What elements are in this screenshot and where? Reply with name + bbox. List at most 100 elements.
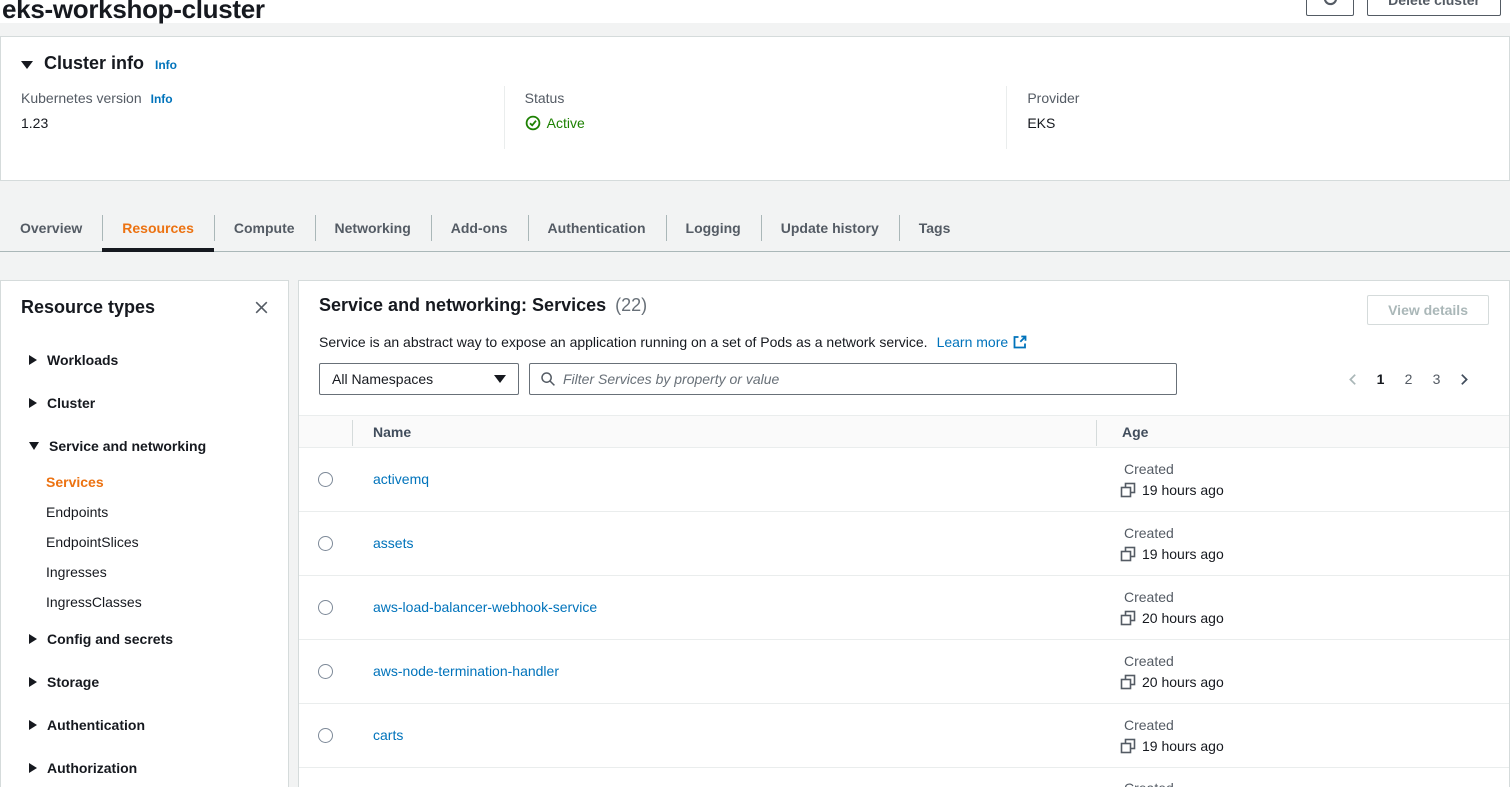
service-link[interactable]: assets (373, 535, 413, 551)
kubernetes-version-label: Kubernetes version (21, 90, 142, 106)
created-label: Created (1122, 525, 1509, 541)
row-radio-button[interactable] (318, 664, 333, 679)
sidebar-group-storage[interactable]: Storage (1, 660, 288, 703)
resource-types-title: Resource types (21, 297, 155, 318)
age-value: 19 hours ago (1142, 738, 1224, 754)
services-panel-title: Service and networking: Services (22) (319, 295, 647, 316)
cluster-tabs: Overview Resources Compute Networking Ad… (0, 205, 1510, 252)
sidebar-group-label: Cluster (47, 395, 95, 411)
cluster-info-card: Cluster info Info Kubernetes version Inf… (0, 36, 1510, 181)
sidebar-group-authentication[interactable]: Authentication (1, 703, 288, 746)
chevron-right-icon (29, 763, 37, 773)
field-provider: Provider EKS (1006, 86, 1509, 149)
sidebar-group-label: Service and networking (49, 438, 206, 454)
row-radio-button[interactable] (318, 536, 333, 551)
table-row: carts Created 19 hours ago (299, 704, 1509, 768)
tab-networking[interactable]: Networking (315, 205, 431, 251)
age-value: 19 hours ago (1142, 482, 1224, 498)
services-panel: Service and networking: Services (22) Vi… (298, 280, 1510, 787)
row-radio-button[interactable] (318, 472, 333, 487)
sidebar-group-service-and-networking[interactable]: Service and networking (1, 424, 288, 467)
sidebar-group-label: Config and secrets (47, 631, 173, 647)
table-row: activemq Created 19 hours ago (299, 448, 1509, 512)
tab-update-history[interactable]: Update history (761, 205, 899, 251)
tab-compute[interactable]: Compute (214, 205, 315, 251)
kubernetes-version-value: 1.23 (21, 115, 484, 131)
page-number-3[interactable]: 3 (1427, 371, 1446, 387)
services-filter-box (529, 363, 1177, 395)
delete-cluster-button[interactable]: Delete cluster (1367, 0, 1501, 16)
service-link[interactable]: activemq (373, 471, 429, 487)
learn-more-link[interactable]: Learn more (937, 334, 1029, 350)
table-row: assets Created 19 hours ago (299, 512, 1509, 576)
services-count: (22) (615, 295, 647, 315)
chevron-right-icon (29, 355, 37, 365)
tab-overview[interactable]: Overview (0, 205, 102, 251)
row-radio-button[interactable] (318, 600, 333, 615)
column-header-age: Age (1096, 424, 1509, 440)
sidebar-item-endpoints[interactable]: Endpoints (1, 497, 288, 527)
namespace-dropdown-value: All Namespaces (332, 371, 433, 387)
table-row-partial: Created (299, 768, 1509, 787)
cluster-info-info-link[interactable]: Info (155, 58, 177, 72)
created-label: Created (1122, 653, 1509, 669)
copy-icon[interactable] (1120, 482, 1136, 498)
tab-tags[interactable]: Tags (899, 205, 971, 251)
sidebar-group-cluster[interactable]: Cluster (1, 381, 288, 424)
services-filter-input[interactable] (563, 371, 1166, 387)
tab-resources[interactable]: Resources (102, 205, 214, 251)
services-title-text: Service and networking: Services (319, 295, 606, 315)
created-label: Created (1122, 461, 1509, 477)
created-label: Created (1122, 589, 1509, 605)
sidebar-group-label: Workloads (47, 352, 118, 368)
services-table: Name Age activemq Created 19 hours ago (299, 415, 1509, 787)
close-icon[interactable] (253, 299, 270, 316)
pagination: 1 2 3 (1344, 371, 1489, 387)
refresh-icon (1322, 0, 1339, 10)
sidebar-group-authorization[interactable]: Authorization (1, 746, 288, 787)
age-value: 20 hours ago (1142, 674, 1224, 690)
sidebar-item-services[interactable]: Services (1, 467, 288, 497)
created-label: Created (1122, 780, 1509, 787)
page-title: eks-workshop-cluster (2, 0, 1510, 24)
provider-value: EKS (1027, 115, 1489, 131)
status-value: Active (547, 115, 585, 131)
sidebar-group-label: Storage (47, 674, 99, 690)
sidebar-item-ingressclasses[interactable]: IngressClasses (1, 587, 288, 617)
copy-icon[interactable] (1120, 674, 1136, 690)
previous-page-icon[interactable] (1344, 372, 1362, 387)
column-header-name: Name (352, 424, 1096, 440)
service-link[interactable]: aws-load-balancer-webhook-service (373, 599, 597, 615)
provider-label: Provider (1027, 90, 1079, 106)
check-circle-icon (525, 115, 541, 131)
copy-icon[interactable] (1120, 610, 1136, 626)
table-row: aws-load-balancer-webhook-service Create… (299, 576, 1509, 640)
page-number-1[interactable]: 1 (1371, 371, 1390, 387)
table-row: aws-node-termination-handler Created 20 … (299, 640, 1509, 704)
search-icon (540, 371, 556, 387)
page-number-2[interactable]: 2 (1399, 371, 1418, 387)
tab-add-ons[interactable]: Add-ons (431, 205, 528, 251)
sidebar-item-endpointslices[interactable]: EndpointSlices (1, 527, 288, 557)
namespace-dropdown[interactable]: All Namespaces (319, 363, 519, 395)
sidebar-group-config-and-secrets[interactable]: Config and secrets (1, 617, 288, 660)
tab-authentication[interactable]: Authentication (528, 205, 666, 251)
tab-logging[interactable]: Logging (666, 205, 761, 251)
copy-icon[interactable] (1120, 738, 1136, 754)
chevron-right-icon (29, 720, 37, 730)
refresh-button[interactable] (1306, 0, 1354, 16)
kubernetes-version-info-link[interactable]: Info (151, 92, 173, 106)
service-link[interactable]: aws-node-termination-handler (373, 663, 559, 679)
row-radio-button[interactable] (318, 728, 333, 743)
service-link[interactable]: carts (373, 727, 403, 743)
field-status: Status Active (504, 86, 1007, 149)
next-page-icon[interactable] (1455, 372, 1473, 387)
chevron-down-icon (29, 442, 39, 450)
field-kubernetes-version: Kubernetes version Info 1.23 (1, 86, 504, 149)
copy-icon[interactable] (1120, 546, 1136, 562)
collapse-caret-icon[interactable] (21, 61, 33, 69)
sidebar-group-workloads[interactable]: Workloads (1, 338, 288, 381)
view-details-button[interactable]: View details (1367, 295, 1489, 325)
sidebar-group-label: Authentication (47, 717, 145, 733)
sidebar-item-ingresses[interactable]: Ingresses (1, 557, 288, 587)
